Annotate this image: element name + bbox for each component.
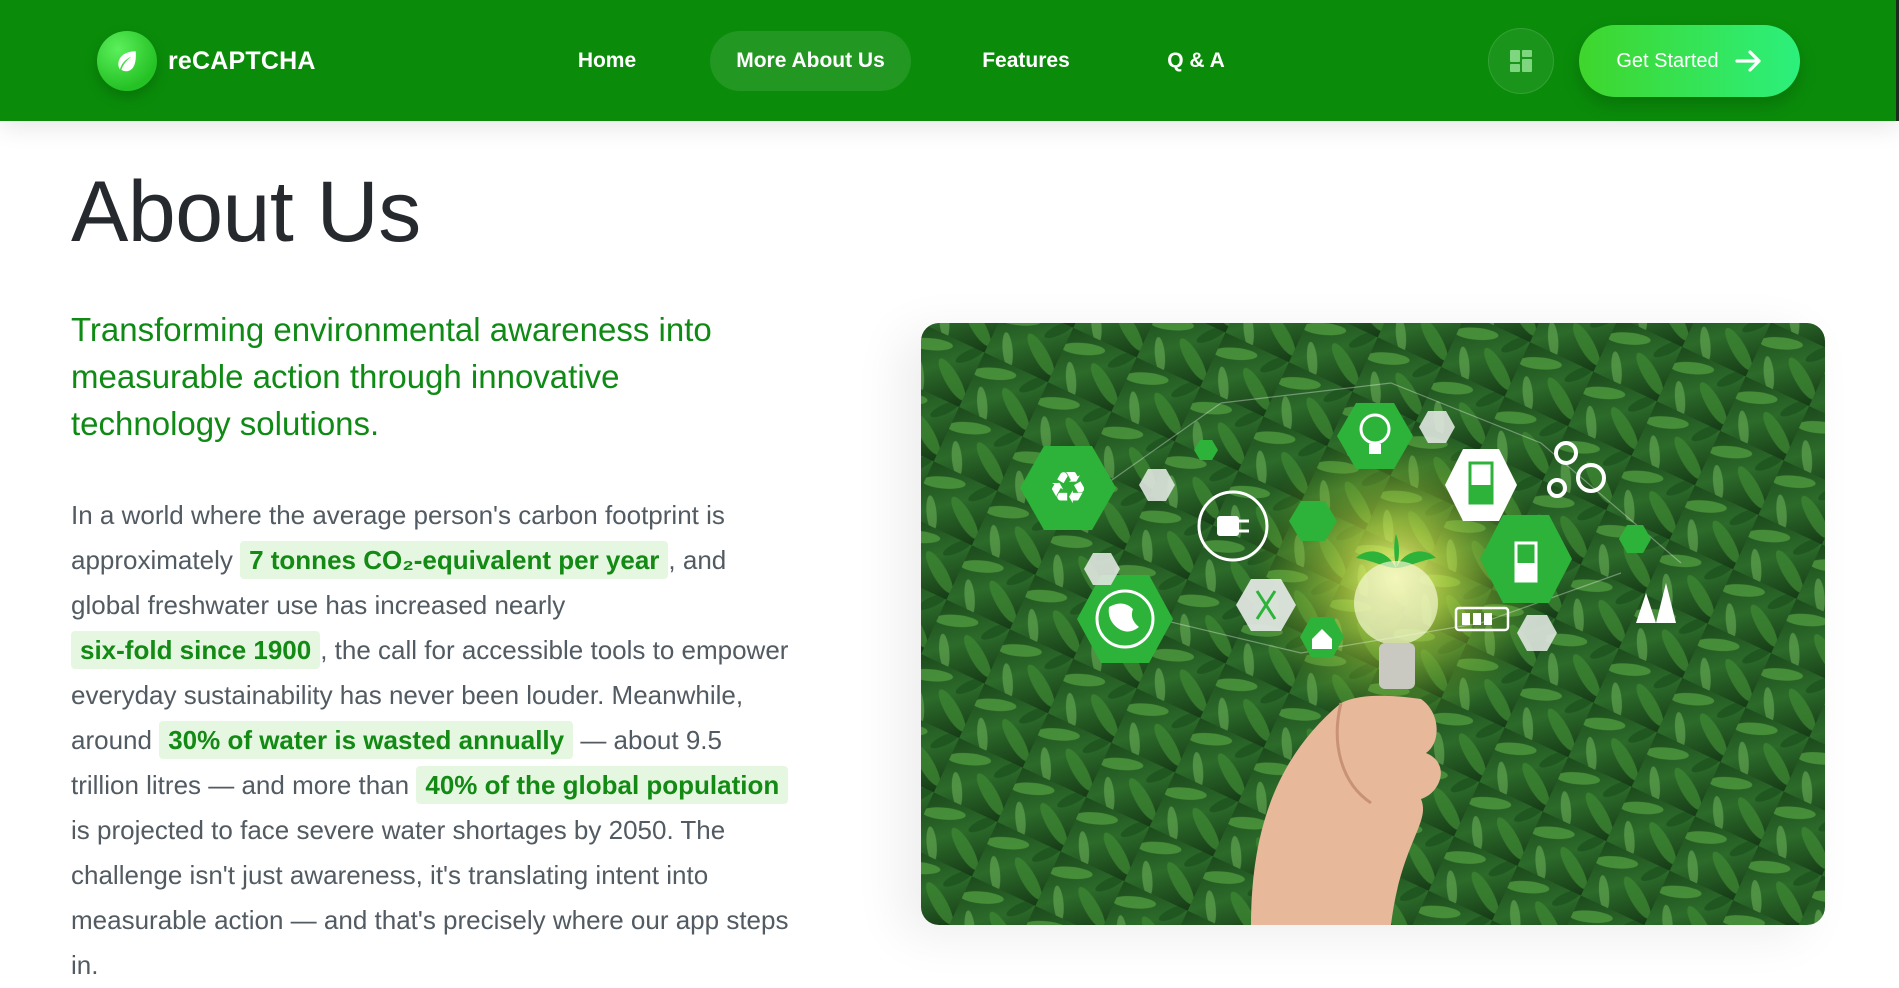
arrow-right-icon bbox=[1735, 50, 1761, 72]
body-text-5: is projected to face severe water shorta… bbox=[71, 815, 789, 980]
body-paragraph: In a world where the average person's ca… bbox=[71, 493, 791, 988]
get-started-button[interactable]: Get Started bbox=[1579, 25, 1800, 97]
nav-features[interactable]: Features bbox=[962, 31, 1090, 91]
brand-name: reCAPTCHA bbox=[168, 46, 316, 75]
brand-logo[interactable]: reCAPTCHA bbox=[97, 31, 316, 91]
top-navigation-bar: reCAPTCHA Home More About Us Features Q … bbox=[0, 0, 1899, 121]
dashboard-icon bbox=[1510, 50, 1532, 72]
stat-highlight-water-waste: 30% of water is wasted annually bbox=[159, 721, 574, 759]
get-started-label: Get Started bbox=[1616, 49, 1719, 72]
lead-paragraph: Transforming environmental awareness int… bbox=[71, 311, 712, 442]
leaf-icon bbox=[97, 31, 157, 91]
nav-more-about-us[interactable]: More About Us bbox=[710, 31, 911, 91]
stat-highlight-population: 40% of the global population bbox=[416, 766, 789, 804]
stat-highlight-freshwater: six-fold since 1900 bbox=[71, 631, 321, 669]
svg-text:♻: ♻ bbox=[1048, 463, 1087, 514]
hero-image: ♻ bbox=[921, 323, 1825, 925]
page-title: About Us bbox=[71, 164, 421, 260]
stat-highlight-carbon: 7 tonnes CO₂-equivalent per year bbox=[240, 541, 669, 579]
nav-home[interactable]: Home bbox=[556, 31, 658, 91]
dashboard-button[interactable] bbox=[1488, 28, 1554, 94]
nav-qa[interactable]: Q & A bbox=[1150, 31, 1242, 91]
